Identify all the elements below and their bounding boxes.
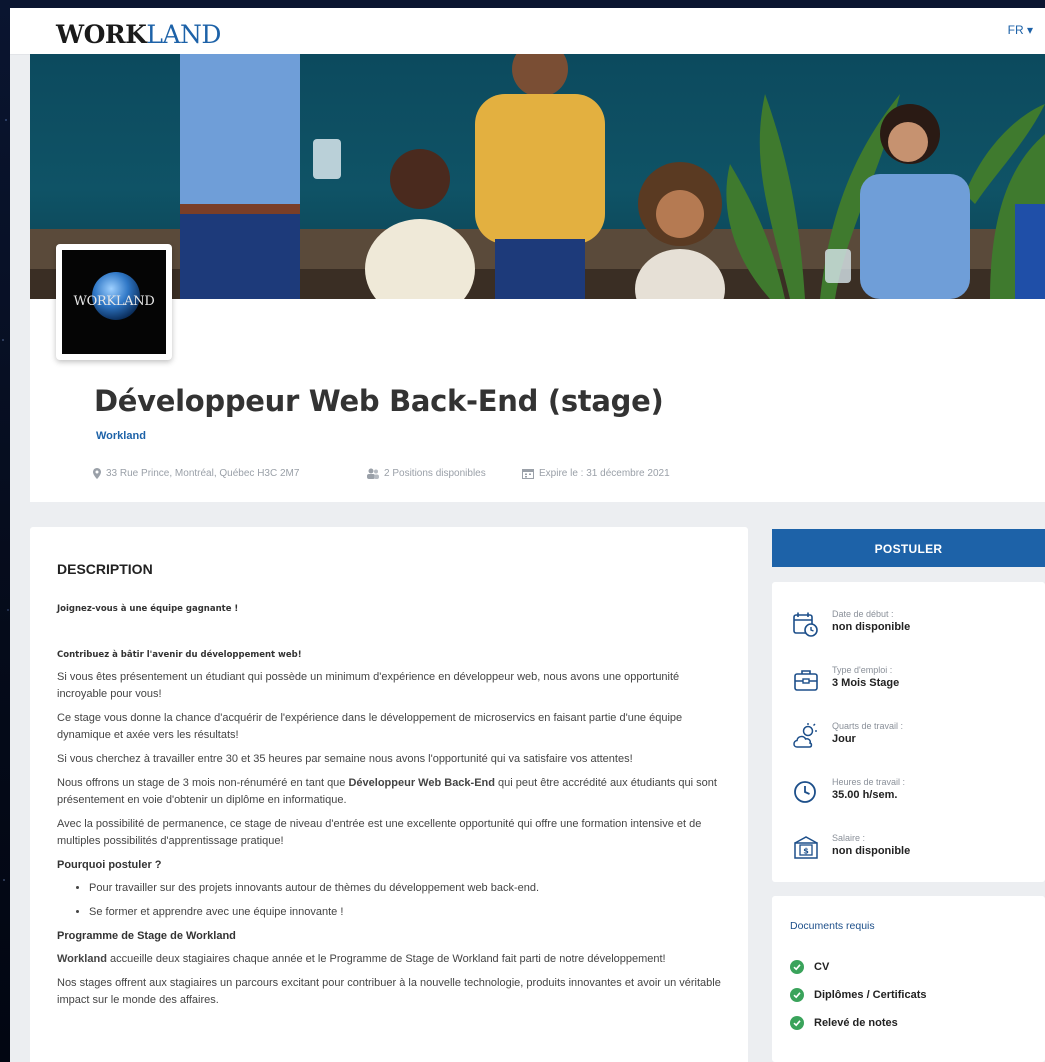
check-circle-icon [790, 960, 804, 974]
company-logo-image: WORKLAND [62, 250, 166, 354]
description-paragraph: Ce stage vous donne la chance d'acquérir… [57, 712, 683, 741]
why-apply-list: Pour travailler sur des projets innovant… [57, 880, 721, 921]
briefcase-icon [794, 670, 818, 691]
logo-text-bold: WORK [56, 20, 147, 49]
info-salary: $ Salaire : non disponible [792, 832, 910, 862]
sun-cloud-icon [793, 723, 817, 748]
job-address: 33 Rue Prince, Montréal, Québec H3C 2M7 [93, 468, 299, 479]
required-documents-card: Documents requis CV Diplômes / Certifica… [772, 896, 1045, 1062]
workland-logo[interactable]: WORKLAND [56, 20, 221, 49]
info-label: Type d'emploi : [832, 665, 893, 675]
document-label: Diplômes / Certificats [814, 989, 927, 1001]
description-paragraph: Si vous cherchez à travailler entre 30 e… [57, 753, 633, 765]
program-heading: Programme de Stage de Workland [57, 930, 236, 942]
job-header-card: WORKLAND Développeur Web Back-End (stage… [30, 54, 1045, 502]
document-label: CV [814, 961, 830, 973]
list-item: Se former et apprendre avec une équipe i… [89, 904, 721, 921]
company-link[interactable]: Workland [96, 430, 146, 442]
money-icon: $ [794, 836, 818, 859]
description-paragraph: Nous offrons un stage de 3 mois non-rénu… [57, 775, 721, 809]
info-value: 3 Mois Stage [832, 677, 900, 689]
job-positions: 2 Positions disponibles [367, 468, 486, 479]
calendar-icon [522, 469, 534, 479]
job-address-text: 33 Rue Prince, Montréal, Québec H3C 2M7 [106, 468, 300, 479]
info-value: non disponible [832, 845, 911, 857]
clock-icon [794, 781, 816, 803]
description-subtagline: Contribuez à bâtir l'avenir du développe… [57, 650, 302, 660]
job-expiry-text: Expire le : 31 décembre 2021 [539, 468, 670, 479]
job-expiry: Expire le : 31 décembre 2021 [522, 468, 670, 479]
job-positions-text: 2 Positions disponibles [384, 468, 486, 479]
document-item: Diplômes / Certificats [790, 988, 926, 1002]
hero-banner-image [30, 54, 1045, 299]
team-photo-illustration [30, 54, 1045, 299]
check-circle-icon [790, 988, 804, 1002]
document-item: Relevé de notes [790, 1016, 898, 1030]
description-card: DESCRIPTION Joignez-vous à une équipe ga… [30, 527, 748, 1062]
people-icon [367, 468, 379, 479]
info-hours: Heures de travail : 35.00 h/sem. [792, 776, 905, 806]
check-circle-icon [790, 1016, 804, 1030]
description-paragraph: Workland accueille deux stagiaires chaqu… [57, 951, 721, 968]
paragraph-text: Nous offrons un stage de 3 mois non-rénu… [57, 777, 349, 789]
info-shift: Quarts de travail : Jour [792, 720, 903, 750]
description-paragraph: Nos stages offrent aux stagiaires un par… [57, 977, 721, 1006]
description-heading: DESCRIPTION [57, 561, 153, 577]
why-apply-heading: Pourquoi postuler ? [57, 859, 162, 871]
list-item: Pour travailler sur des projets innovant… [89, 880, 721, 897]
required-documents-title: Documents requis [790, 920, 875, 932]
info-value: 35.00 h/sem. [832, 789, 898, 801]
description-body: Joignez-vous à une équipe gagnante ! Con… [57, 601, 721, 1016]
info-label: Date de début : [832, 609, 894, 619]
company-logo-text: WORKLAND [73, 294, 155, 309]
job-info-card: Date de début : non disponible Type d'em… [772, 582, 1045, 882]
info-employment-type: Type d'emploi : 3 Mois Stage [792, 664, 899, 694]
info-value: Jour [832, 733, 856, 745]
top-navbar: WORKLAND FR ▾ [10, 8, 1045, 55]
document-item: CV [790, 960, 829, 974]
info-label: Salaire : [832, 833, 866, 843]
company-logo: WORKLAND [56, 244, 172, 360]
logo-text-light: LAND [146, 20, 221, 49]
job-title: Développeur Web Back-End (stage) [94, 384, 664, 418]
paragraph-bold-text: Développeur Web Back-End [348, 777, 495, 789]
description-paragraph: Si vous êtes présentement un étudiant qu… [57, 671, 680, 700]
language-selector[interactable]: FR ▾ [1008, 23, 1033, 37]
description-paragraph: Avec la possibilité de permanence, ce st… [57, 818, 702, 847]
location-pin-icon [93, 468, 101, 479]
apply-button[interactable]: POSTULER [772, 529, 1045, 567]
svg-text:$: $ [803, 847, 809, 856]
document-label: Relevé de notes [814, 1017, 898, 1029]
description-tagline: Joignez-vous à une équipe gagnante ! [57, 604, 239, 614]
info-value: non disponible [832, 621, 911, 633]
info-label: Heures de travail : [832, 777, 906, 787]
info-start-date: Date de début : non disponible [792, 608, 910, 638]
paragraph-bold-text: Workland [57, 953, 107, 965]
paragraph-text: accueille deux stagiaires chaque année e… [106, 953, 666, 965]
calendar-clock-icon [793, 612, 818, 637]
page: WORKLAND FR ▾ WORKLAND Développeur Web B… [10, 8, 1045, 1062]
info-label: Quarts de travail : [832, 721, 904, 731]
